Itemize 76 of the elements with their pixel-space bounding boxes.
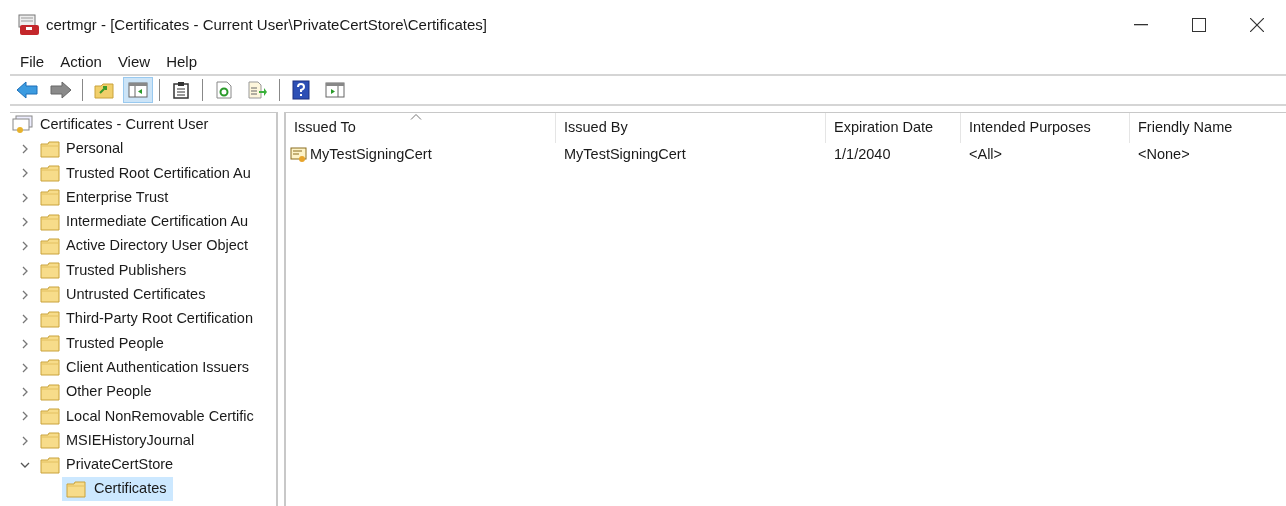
chevron-right-icon[interactable] [20, 435, 30, 446]
folder-icon [40, 310, 60, 328]
column-header[interactable]: Intended Purposes [961, 113, 1130, 143]
pane-toggle-icon [128, 81, 148, 99]
forward-arrow-icon [50, 81, 72, 99]
column-header[interactable]: Friendly Name [1130, 113, 1280, 143]
menu-item[interactable]: View [109, 50, 159, 74]
chevron-right-icon[interactable] [20, 144, 30, 155]
tree-item[interactable]: Third-Party Root Certification [66, 308, 253, 331]
table-cell-text: 1/1/2040 [834, 145, 891, 165]
folder-icon [40, 432, 60, 450]
tree-item[interactable]: Enterprise Trust [66, 186, 169, 209]
menu-item[interactable]: Help [158, 50, 205, 74]
folder-icon [40, 383, 60, 401]
back-arrow-icon [16, 81, 38, 99]
chevron-right-icon[interactable] [20, 314, 30, 325]
chevron-down-icon[interactable] [20, 460, 30, 470]
menu-item[interactable]: Action [52, 50, 110, 74]
tree-item[interactable]: Active Directory User Object [66, 235, 249, 258]
tree-item[interactable]: Local NonRemovable Certific [66, 405, 254, 428]
chevron-right-icon[interactable] [20, 217, 30, 228]
folder-icon [40, 286, 60, 304]
tree-item[interactable]: PrivateCertStore [66, 454, 174, 476]
tree-item[interactable]: Other People [66, 381, 152, 403]
chevron-right-icon[interactable] [20, 265, 30, 276]
tree-item[interactable]: Client Authentication Issuers [66, 356, 249, 379]
tree-item[interactable]: Intermediate Certification Au [66, 211, 249, 233]
pane-toggle-icon [325, 81, 345, 99]
chevron-right-icon[interactable] [20, 289, 30, 300]
table-cell-text: <None> [1138, 145, 1190, 165]
chevron-right-icon[interactable] [20, 168, 30, 179]
column-header[interactable]: Issued To [286, 113, 556, 143]
tree-item[interactable]: Personal [66, 138, 124, 160]
app-icon [18, 14, 40, 36]
close-icon [1250, 18, 1264, 32]
tree-item[interactable]: MSIEHistoryJournal [66, 429, 195, 452]
folder-icon [40, 213, 60, 231]
folder-icon [40, 335, 60, 352]
export-list-icon [248, 81, 268, 99]
folder-icon [40, 262, 60, 280]
chevron-right-icon[interactable] [20, 241, 30, 252]
chevron-right-icon[interactable] [20, 387, 30, 398]
show-tree-button[interactable] [123, 77, 153, 103]
clipboard-icon [173, 81, 189, 99]
table-cell-text: <All> [969, 145, 1003, 165]
folder-up-icon [94, 81, 114, 99]
column-header[interactable]: Issued By [556, 113, 826, 143]
chevron-right-icon[interactable] [20, 192, 30, 203]
certificate-icon [290, 146, 308, 164]
certificate-icon [12, 115, 34, 135]
folder-icon [40, 164, 60, 182]
chevron-right-icon[interactable] [20, 411, 30, 422]
help-icon [292, 80, 310, 100]
folder-icon [40, 140, 60, 158]
maximize-icon [1192, 18, 1206, 32]
folder-icon [40, 189, 60, 207]
tree-item[interactable]: Trusted Publishers [66, 259, 187, 282]
table-cell-text: MyTestSigningCert [564, 145, 686, 165]
chevron-right-icon[interactable] [20, 338, 30, 349]
chevron-right-icon[interactable] [20, 362, 30, 373]
table-cell-text: MyTestSigningCert [310, 145, 432, 165]
menu-item[interactable]: File [12, 50, 53, 74]
folder-icon [40, 407, 60, 425]
tree-item[interactable]: Trusted Root Certification Au [66, 162, 251, 185]
refresh-icon [216, 81, 232, 99]
folder-icon [40, 456, 60, 474]
window-title: certmgr - [Certificates - Current User\PrivateCertStore\Certificates] [46, 14, 487, 35]
folder-icon [66, 480, 86, 498]
tree-item[interactable]: Untrusted Certificates [66, 284, 206, 306]
folder-icon [40, 237, 60, 255]
tree-item[interactable]: Certificates - Current User [10, 113, 276, 137]
column-header[interactable]: Expiration Date [826, 113, 961, 143]
tree-item[interactable]: Certificates [62, 477, 173, 502]
folder-icon [40, 359, 60, 377]
tree-item[interactable]: Trusted People [66, 332, 164, 355]
minimize-icon [1134, 24, 1148, 26]
